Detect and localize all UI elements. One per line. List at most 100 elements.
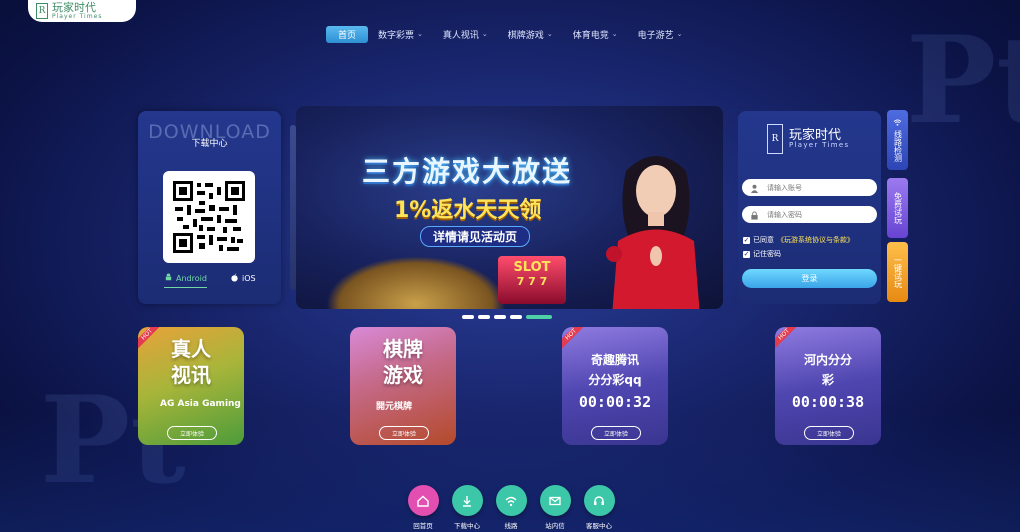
nav-live[interactable]: 真人视讯 ⌄ [433, 26, 498, 43]
coins-pile-image [326, 256, 506, 309]
login-logo-mark: R [767, 124, 783, 154]
password-field[interactable] [742, 206, 877, 223]
bottom-nav-download[interactable]: 下载中心 [447, 485, 487, 530]
bottom-nav-label: 下载中心 [454, 522, 480, 530]
nav-live-label: 真人视讯 [442, 30, 479, 41]
logo-mark: R [36, 3, 48, 19]
qr-code [163, 171, 255, 263]
logo-subtitle: Player Times [52, 12, 103, 20]
carousel-dot-active[interactable] [526, 315, 552, 319]
carousel-dot[interactable] [494, 315, 506, 319]
ios-download-link[interactable]: iOS [230, 273, 256, 284]
tile-title-line1: 河内分分 [803, 353, 852, 367]
tile-title-line2: 彩 [821, 373, 834, 387]
nav-cards[interactable]: 棋牌游戏 ⌄ [498, 26, 563, 43]
remember-checkbox[interactable]: ✓ [743, 250, 750, 258]
home-icon [407, 485, 439, 516]
headset-icon [583, 485, 615, 516]
remember-row: ✓ 记住密码 [743, 249, 781, 259]
model-image [596, 146, 716, 309]
side-tab-free-trial[interactable]: 免费试玩 [887, 178, 908, 238]
nav-sports-label: 体育电竞 [572, 30, 609, 41]
username-field[interactable] [742, 179, 877, 196]
nav-home-label: 首页 [338, 30, 357, 41]
bottom-nav-line[interactable]: 线路 [491, 485, 531, 530]
agree-checkbox[interactable]: ✓ [743, 236, 750, 244]
password-input[interactable] [765, 209, 869, 220]
side-tab-label: 一键试玩 [893, 256, 903, 288]
wifi-icon [893, 118, 902, 129]
play-now-button[interactable]: 立即体验 [591, 426, 641, 440]
login-button[interactable]: 登录 [742, 269, 877, 288]
user-icon [750, 178, 759, 197]
bottom-nav-messages[interactable]: 站内信 [535, 485, 575, 530]
countdown-timer: 00:00:32 [578, 393, 652, 411]
android-label: Android [176, 274, 207, 283]
chevron-down-icon: ⌄ [481, 30, 488, 38]
watermark-top-right: Pt [906, 10, 1020, 151]
nav-lottery[interactable]: 数字彩票 ⌄ [368, 26, 433, 43]
side-tab-label: 线路检测 [893, 129, 903, 162]
lock-icon [750, 205, 759, 224]
nav-slots-label: 电子游艺 [637, 30, 674, 41]
tile-title-line1: 棋牌 [383, 337, 423, 361]
remember-label: 记住密码 [753, 250, 781, 258]
logo[interactable]: R 玩家时代 Player Times [28, 0, 136, 22]
slot-label: SLOT [513, 260, 551, 275]
bottom-nav-home[interactable]: 回首页 [403, 485, 443, 530]
kaiyuan-logo: 開元棋牌 [376, 402, 413, 412]
nav-sports[interactable]: 体育电竞 ⌄ [563, 26, 628, 43]
bottom-nav-label: 站内信 [545, 522, 565, 530]
download-title: 下载中心 [191, 139, 228, 149]
android-icon [164, 273, 173, 284]
carousel-dot[interactable] [462, 315, 474, 319]
tile-qq-lottery[interactable]: HOT 奇趣腾讯 分分彩qq 00:00:32 立即体验 [562, 327, 668, 445]
download-card: DOWNLOAD 下载中心 Android iOS [138, 111, 281, 304]
android-download-link[interactable]: Android [164, 273, 207, 288]
tile-title-line1: 奇趣腾讯 [590, 353, 639, 367]
tile-title-line2: 视讯 [171, 363, 211, 387]
countdown-timer: 00:00:38 [791, 393, 865, 411]
slot-reels: 7 7 7 [516, 275, 548, 288]
wifi-icon [495, 485, 527, 516]
agree-prefix: 已同意 [753, 236, 774, 244]
username-input[interactable] [765, 182, 869, 193]
nav-cards-label: 棋牌游戏 [507, 30, 544, 41]
nav-home[interactable]: 首页 [326, 25, 369, 43]
logo-name: 玩家时代 [52, 0, 96, 14]
play-now-button[interactable]: 立即体验 [804, 426, 854, 440]
banner-detail-pill: 详情请见活动页 [420, 226, 531, 247]
chevron-down-icon: ⌄ [546, 30, 553, 38]
carousel-dot[interactable] [510, 315, 522, 319]
apple-icon [230, 273, 239, 284]
play-now-button[interactable]: 立即体验 [167, 426, 217, 440]
slot-machine-image: SLOT 7 7 7 [498, 256, 566, 304]
tile-live-casino[interactable]: HOT 真人 视讯 AG Asia Gaming 立即体验 [138, 327, 244, 445]
ios-label: iOS [242, 274, 256, 283]
promo-banner[interactable]: 三方游戏大放送 1%返水天天领 详情请见活动页 SLOT 7 7 7 [296, 106, 723, 309]
ag-logo: AG Asia Gaming [160, 399, 241, 409]
banner-subline: 1%返水天天领 [394, 198, 542, 223]
tile-hanoi-lottery[interactable]: HOT 河内分分 彩 00:00:38 立即体验 [775, 327, 881, 445]
chevron-down-icon: ⌄ [611, 30, 618, 38]
side-tab-label: 免费试玩 [893, 192, 903, 224]
nav-lottery-label: 数字彩票 [378, 30, 415, 41]
carousel-dot[interactable] [478, 315, 490, 319]
chevron-down-icon: ⌄ [417, 30, 423, 38]
carousel-dots [462, 315, 552, 319]
terms-link[interactable]: 《玩游系统协议与条款》 [777, 235, 854, 245]
bottom-nav-label: 线路 [504, 522, 518, 530]
side-tab-line-check[interactable]: 线路检测 [887, 110, 908, 170]
side-tab-quick-trial[interactable]: 一键试玩 [887, 242, 908, 302]
chevron-down-icon: ⌄ [676, 30, 683, 38]
agree-terms-row: ✓ 已同意 《玩游系统协议与条款》 [743, 235, 854, 245]
tile-title-line1: 真人 [171, 337, 211, 361]
bottom-nav-support[interactable]: 客服中心 [579, 485, 619, 530]
play-now-button[interactable]: 立即体验 [379, 426, 429, 440]
tile-title-line2: 分分彩qq [588, 373, 642, 387]
download-icon [451, 485, 483, 516]
tile-card-games[interactable]: 棋牌 游戏 開元棋牌 立即体验 [350, 327, 456, 445]
login-card: R 玩家时代 Player Times ✓ 已同意《玩游系统协议与条款》 ✓ 记… [738, 111, 881, 304]
banner-headline: 三方游戏大放送 [362, 155, 573, 188]
nav-slots[interactable]: 电子游艺 ⌄ [628, 26, 693, 43]
